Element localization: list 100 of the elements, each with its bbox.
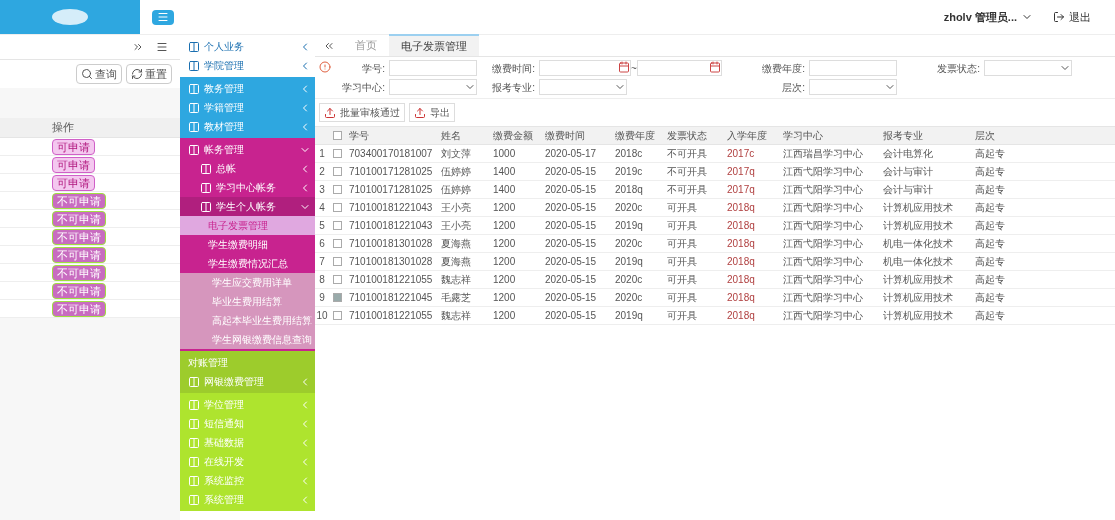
table-cell-text: 2019q: [614, 255, 644, 269]
table-cell-text: 2017q: [726, 183, 756, 197]
table-cell-text: 王小亮: [440, 219, 472, 233]
table-cell-text: 710100181221043: [348, 219, 434, 233]
table-cell-text: 夏海燕: [440, 237, 472, 251]
row-checkbox[interactable]: [332, 167, 342, 176]
sidebar-item[interactable]: 学生缴费明细: [180, 235, 315, 254]
row-checkbox[interactable]: [332, 239, 342, 248]
logo-icon: [50, 7, 90, 27]
sidebar-item[interactable]: 个人业务: [180, 37, 315, 56]
sidebar-item[interactable]: 学生缴费情况汇总: [180, 254, 315, 273]
sidebar-item[interactable]: 学籍管理: [180, 98, 315, 117]
sidebar-item[interactable]: 毕业生费用结算: [180, 292, 315, 311]
sidebar-item[interactable]: 教务管理: [180, 79, 315, 98]
row-number: 9: [318, 291, 326, 305]
search-button[interactable]: 查询: [76, 64, 122, 84]
grid-icon: [188, 101, 200, 114]
input-field[interactable]: [389, 60, 477, 76]
table-cell-text: 机电一体化技术: [882, 255, 954, 269]
table-cell-text: 2020-05-15: [544, 237, 598, 251]
sidebar-item[interactable]: 对账管理: [180, 353, 315, 372]
row-number: 8: [318, 273, 326, 287]
sidebar-item[interactable]: 教材管理: [180, 117, 315, 136]
table-cell-text: 2018q: [726, 291, 756, 305]
date-field[interactable]: [539, 60, 631, 76]
double-arrow-icon[interactable]: [132, 41, 144, 53]
table-cell-text: 2018c: [614, 147, 644, 161]
select-field[interactable]: [809, 79, 897, 95]
date-field[interactable]: [636, 60, 722, 76]
sidebar-item[interactable]: 帐务管理: [180, 140, 315, 159]
apply-button[interactable]: 可申请: [52, 138, 95, 155]
row-checkbox[interactable]: [332, 149, 342, 158]
apply-button[interactable]: 不可申请: [52, 228, 106, 245]
select-field[interactable]: [984, 60, 1072, 76]
sidebar-item[interactable]: 总帐: [180, 159, 315, 178]
reset-button[interactable]: 重置: [126, 64, 172, 84]
search-icon: [81, 68, 93, 80]
sidebar-item[interactable]: 高起本毕业生费用结算: [180, 311, 315, 330]
row-checkbox[interactable]: [332, 293, 342, 302]
sidebar-item[interactable]: 学院管理: [180, 56, 315, 75]
select-field[interactable]: [389, 79, 477, 95]
grid-icon: [188, 417, 200, 430]
menu-toggle-button[interactable]: [152, 9, 174, 25]
table-cell-text: 高起专: [974, 273, 1006, 287]
select-all-checkbox[interactable]: [332, 131, 342, 140]
table-cell-text: 2018q: [726, 309, 756, 323]
row-checkbox[interactable]: [332, 221, 342, 230]
row-checkbox[interactable]: [332, 185, 342, 194]
table-cell-text: 1200: [492, 201, 517, 215]
apply-button[interactable]: 可申请: [52, 156, 95, 173]
row-checkbox[interactable]: [332, 257, 342, 266]
field-label: 缴费年度:: [761, 61, 806, 76]
apply-button[interactable]: 可申请: [52, 174, 95, 191]
table-cell-text: 2018q: [726, 201, 756, 215]
apply-button[interactable]: 不可申请: [52, 264, 106, 281]
table-cell-text: 魏志祥: [440, 273, 472, 287]
batch-approve-button[interactable]: 批量审核通过: [319, 103, 405, 122]
column-header: 操作: [52, 120, 74, 136]
upload-icon: [414, 106, 426, 119]
table-cell-text: 会计与审计: [882, 165, 934, 179]
table-cell-text: 高起专: [974, 183, 1006, 197]
row-checkbox[interactable]: [332, 275, 342, 284]
table-cell-text: 可开具: [666, 219, 698, 233]
export-button[interactable]: 导出: [409, 103, 455, 122]
tab[interactable]: 电子发票管理: [389, 34, 479, 56]
table-cell-text: 710100181301028: [348, 255, 434, 269]
menu-icon[interactable]: [156, 41, 168, 53]
apply-button[interactable]: 不可申请: [52, 246, 106, 263]
table-cell-text: 高起专: [974, 147, 1006, 161]
input-field[interactable]: [809, 60, 897, 76]
apply-button[interactable]: 不可申请: [52, 210, 106, 227]
table-cell-text: 2020-05-15: [544, 291, 598, 305]
double-arrow-icon[interactable]: [323, 40, 335, 52]
field-label: 学号:: [361, 61, 386, 76]
sidebar-item[interactable]: 电子发票管理: [180, 216, 315, 235]
sidebar-item[interactable]: 学生网银缴费信息查询: [180, 330, 315, 349]
table-cell-text: 2020-05-15: [544, 201, 598, 215]
row-number: 6: [318, 237, 326, 251]
apply-button[interactable]: 不可申请: [52, 192, 106, 209]
user-menu[interactable]: zholv 管理员...: [943, 8, 1033, 26]
table-cell-text: 高起专: [974, 309, 1006, 323]
column-header: 学习中心: [782, 129, 824, 143]
grid-icon: [188, 398, 200, 411]
apply-button[interactable]: 不可申请: [52, 282, 106, 299]
table-cell-text: 高起专: [974, 237, 1006, 251]
table-cell-text: 1200: [492, 309, 517, 323]
apply-button[interactable]: 不可申请: [52, 300, 106, 317]
select-field[interactable]: [539, 79, 627, 95]
table-cell-text: 伍婷婷: [440, 165, 472, 179]
sidebar-item[interactable]: 网银缴费管理: [180, 372, 315, 391]
row-checkbox[interactable]: [332, 203, 342, 212]
sidebar-item[interactable]: 学习中心帐务: [180, 178, 315, 197]
table-cell-text: 2017q: [726, 165, 756, 179]
logout-button[interactable]: 退出: [1053, 8, 1091, 26]
table-cell-text: 2017c: [726, 147, 756, 161]
sidebar-item[interactable]: 学生个人帐务: [180, 197, 315, 216]
row-checkbox[interactable]: [332, 311, 342, 320]
table-cell-text: 江西弋阳学习中心: [782, 255, 864, 269]
sidebar-item[interactable]: 学生应交费用详单: [180, 273, 315, 292]
tab[interactable]: 首页: [343, 34, 389, 56]
